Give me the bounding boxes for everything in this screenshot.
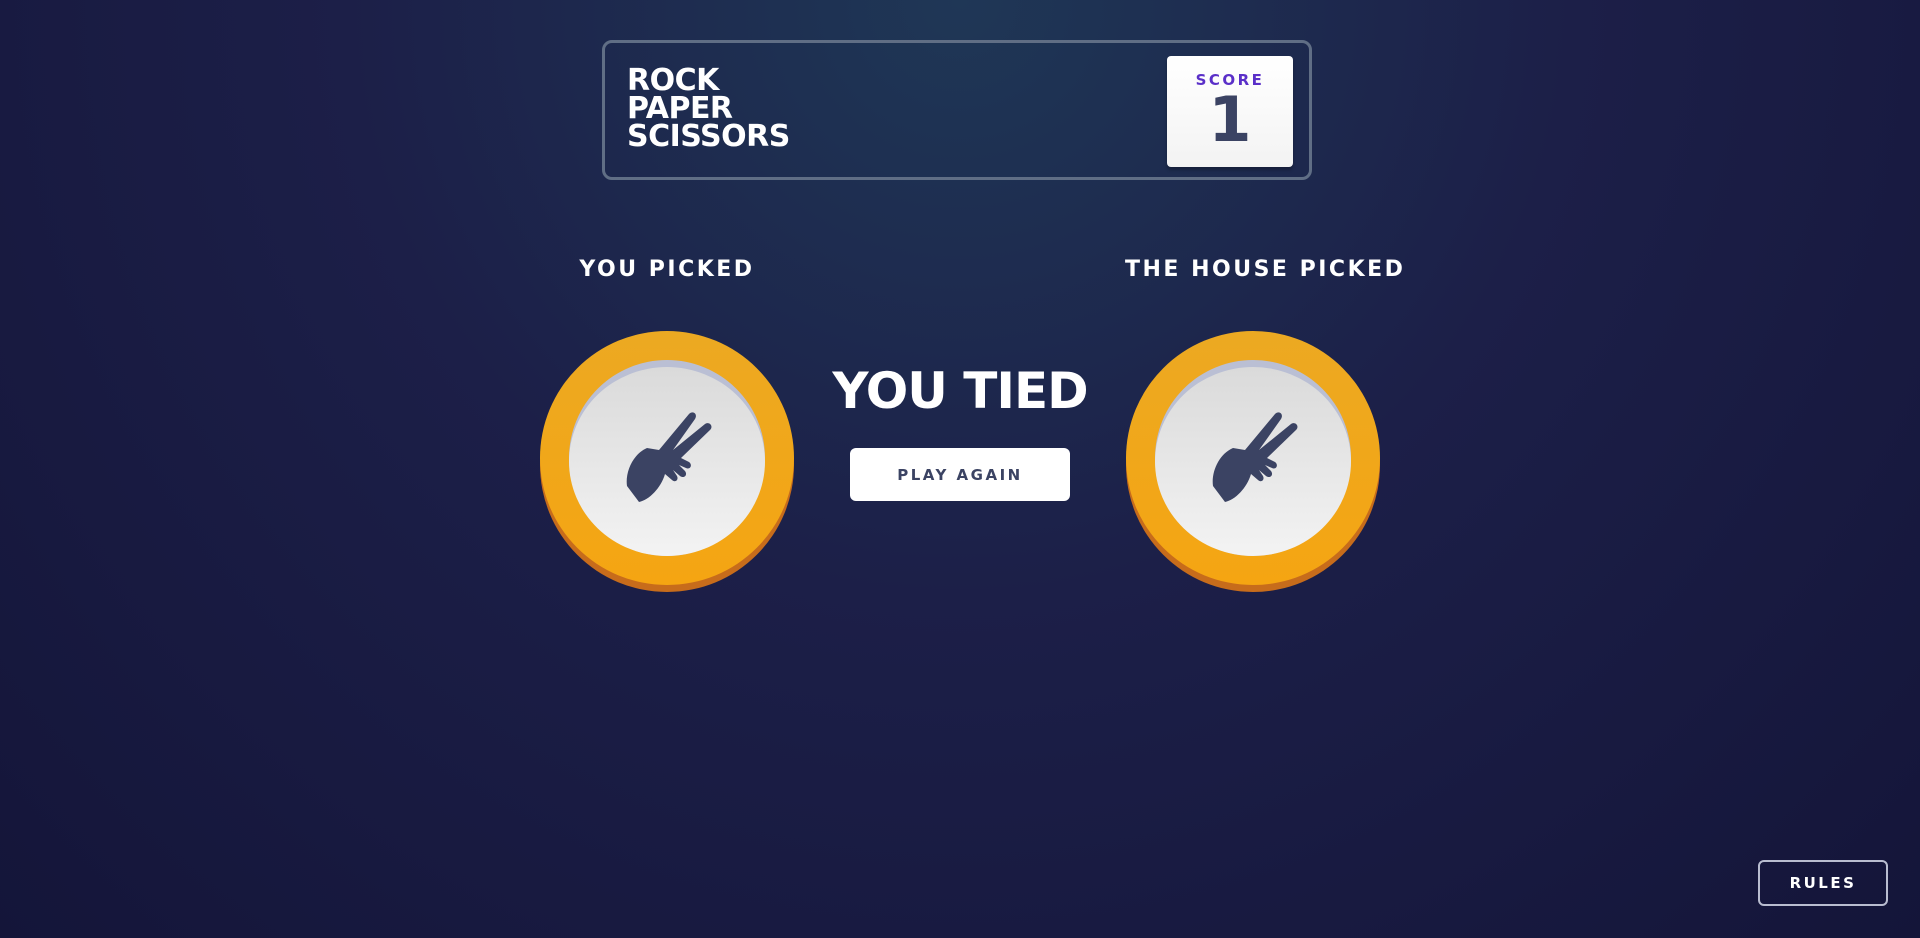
score-value: 1 (1208, 83, 1252, 156)
title-line-scissors: SCISSORS (627, 119, 790, 154)
token-face (1155, 367, 1351, 556)
rules-button[interactable]: RULES (1758, 860, 1888, 906)
result-text: YOU TIED (832, 362, 1088, 420)
player-pick-token (540, 331, 794, 592)
score-box: SCORE 1 (1167, 56, 1293, 167)
header-panel: ROCK PAPER SCISSORS SCORE 1 (602, 40, 1312, 180)
token-face (569, 367, 765, 556)
game-title: ROCK PAPER SCISSORS (627, 66, 790, 154)
scissors-hand-icon (626, 411, 712, 502)
scissors-hand-icon (1212, 411, 1298, 502)
player-pick-label: YOU PICKED (579, 257, 755, 282)
play-again-button[interactable]: PLAY AGAIN (850, 448, 1070, 501)
house-pick-label: THE HOUSE PICKED (1125, 257, 1406, 282)
house-pick-token (1126, 331, 1380, 592)
